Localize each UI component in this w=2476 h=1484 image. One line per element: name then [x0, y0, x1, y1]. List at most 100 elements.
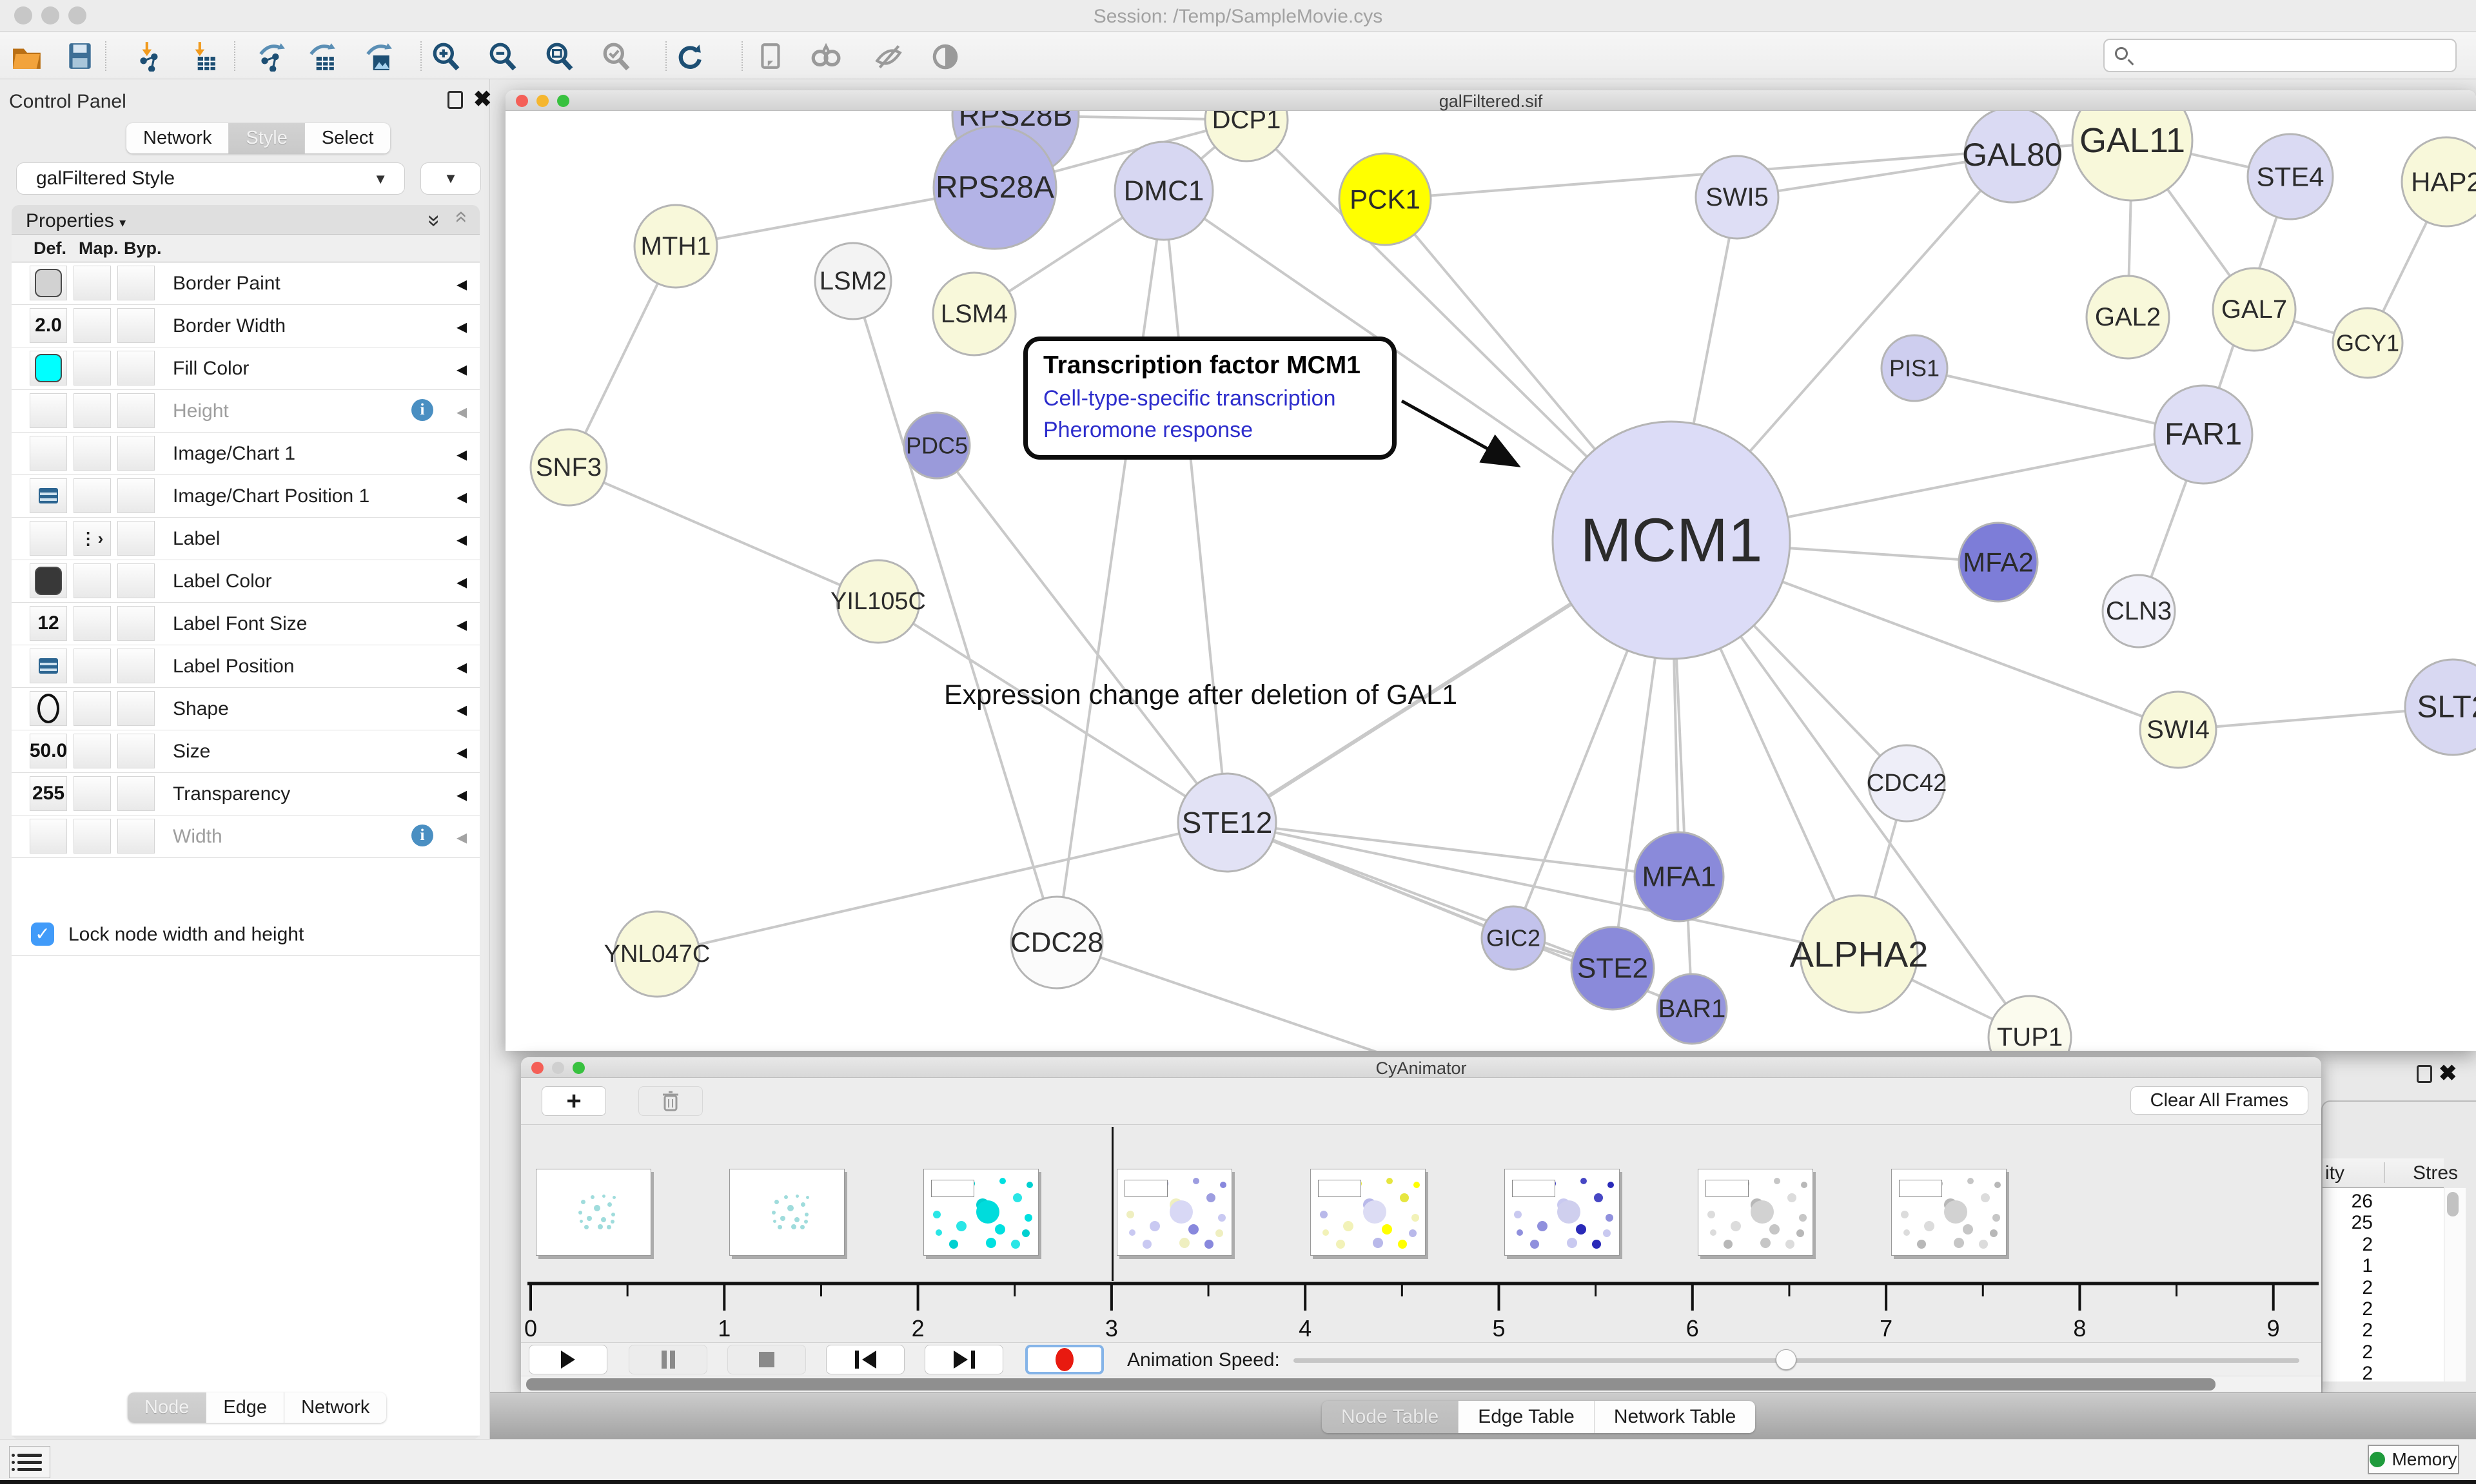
bypass-cell[interactable] — [117, 691, 155, 726]
bypass-cell[interactable] — [117, 606, 155, 641]
expand-property-icon[interactable]: ◂ — [457, 484, 467, 509]
default-value-cell[interactable] — [30, 478, 67, 513]
bypass-cell[interactable] — [117, 734, 155, 768]
network-node-pis1[interactable]: PIS1 — [1882, 335, 1947, 401]
expand-property-icon[interactable]: ◂ — [457, 782, 467, 806]
expand-property-icon[interactable]: ◂ — [457, 442, 467, 466]
expand-all-icon[interactable]: » — [422, 215, 447, 223]
paste-button[interactable] — [753, 40, 789, 72]
default-value-cell[interactable] — [30, 649, 67, 683]
column-divider[interactable] — [2384, 1162, 2385, 1183]
tab-network[interactable]: Network — [126, 123, 229, 153]
tab-style[interactable]: Style — [229, 123, 304, 153]
mapping-cell[interactable] — [74, 308, 111, 343]
skip-to-end-button[interactable] — [925, 1345, 1003, 1374]
search-network-button[interactable] — [807, 40, 843, 72]
mapping-cell[interactable] — [74, 393, 111, 428]
network-node-mcm1[interactable]: MCM1 — [1553, 422, 1790, 659]
timeline-frame-5[interactable] — [1504, 1169, 1620, 1256]
table-cell[interactable]: 2 — [2323, 1342, 2373, 1363]
network-caption[interactable]: Expression change after deletion of GAL1 — [891, 679, 1510, 711]
zoom-fit-button[interactable] — [542, 40, 578, 72]
network-node-mth1[interactable]: MTH1 — [634, 205, 717, 288]
mapping-cell[interactable] — [74, 649, 111, 683]
property-row-label-font-size[interactable]: 12Label Font Size◂ — [12, 603, 480, 645]
property-row-width[interactable]: Widthi◂ — [12, 815, 480, 858]
export-network-button[interactable] — [253, 40, 289, 72]
bypass-cell[interactable] — [117, 649, 155, 683]
network-node-rps28a[interactable]: RPS28A — [934, 126, 1056, 249]
style-options-button[interactable]: ▼ — [420, 162, 481, 195]
bypass-cell[interactable] — [117, 563, 155, 598]
network-node-swi4[interactable]: SWI4 — [2140, 692, 2216, 768]
default-value-cell[interactable]: 50.0 — [30, 734, 67, 768]
network-node-dmc1[interactable]: DMC1 — [1115, 142, 1213, 240]
lock-checkbox[interactable]: ✓ — [31, 923, 54, 946]
tab-node[interactable]: Node — [128, 1392, 206, 1423]
property-row-transparency[interactable]: 255Transparency◂ — [12, 773, 480, 815]
property-row-shape[interactable]: Shape◂ — [12, 688, 480, 730]
mapping-cell[interactable] — [74, 776, 111, 811]
collapse-all-icon[interactable]: » — [447, 215, 473, 223]
close-panel-icon[interactable]: ✖ — [473, 88, 492, 110]
network-node-snf3[interactable]: SNF3 — [531, 429, 607, 505]
timeline-frame-7[interactable] — [1891, 1169, 2007, 1256]
expand-property-icon[interactable]: ◂ — [457, 314, 467, 338]
skip-to-start-button[interactable] — [826, 1345, 905, 1374]
properties-header[interactable]: Properties ▾ » » — [12, 205, 480, 235]
default-value-cell[interactable] — [30, 521, 67, 556]
bypass-cell[interactable] — [117, 819, 155, 854]
export-image-button[interactable] — [360, 40, 396, 72]
memory-button[interactable]: Memory — [2368, 1445, 2459, 1474]
export-table-button[interactable] — [303, 40, 339, 72]
property-row-image-chart-position-1[interactable]: Image/Chart Position 1◂ — [12, 475, 480, 518]
expand-property-icon[interactable]: ◂ — [457, 399, 467, 424]
network-edge[interactable] — [878, 601, 1227, 823]
network-node-pdc5[interactable]: PDC5 — [904, 413, 970, 478]
expand-property-icon[interactable]: ◂ — [457, 356, 467, 381]
bypass-cell[interactable] — [117, 436, 155, 471]
default-value-cell[interactable] — [30, 819, 67, 854]
network-node-swi5[interactable]: SWI5 — [1696, 156, 1778, 239]
network-node-dcp1[interactable]: DCP1 — [1205, 111, 1288, 161]
bypass-cell[interactable] — [117, 478, 155, 513]
network-node-hap2[interactable]: HAP2 — [2402, 137, 2476, 226]
timeline-playhead[interactable] — [1112, 1127, 1114, 1281]
table-column-stress[interactable]: Stres — [2413, 1162, 2458, 1184]
network-node-cln3[interactable]: CLN3 — [2103, 575, 2175, 647]
bypass-cell[interactable] — [117, 521, 155, 556]
property-row-fill-color[interactable]: Fill Color◂ — [12, 347, 480, 390]
property-row-size[interactable]: 50.0Size◂ — [12, 730, 480, 773]
expand-property-icon[interactable]: ◂ — [457, 612, 467, 636]
table-cell[interactable]: 2 — [2323, 1363, 2373, 1381]
default-value-cell[interactable] — [30, 563, 67, 598]
network-node-gic2[interactable]: GIC2 — [1482, 906, 1545, 970]
timeline-frame-4[interactable] — [1310, 1169, 1426, 1256]
tab-edge[interactable]: Edge — [206, 1392, 284, 1423]
mapping-cell[interactable] — [74, 606, 111, 641]
network-edge[interactable] — [1057, 942, 1477, 1051]
table-cell[interactable]: 26 — [2323, 1191, 2373, 1213]
network-canvas[interactable]: RPS28BRPS28ADMC1DCP1PCK1SWI5GAL80GAL11ST… — [506, 111, 2476, 1051]
timeline-frame-3[interactable] — [1117, 1169, 1232, 1256]
import-table-button[interactable] — [184, 40, 221, 72]
timeline-frame-6[interactable] — [1698, 1169, 1813, 1256]
zoom-selected-button[interactable] — [598, 40, 634, 72]
property-row-border-paint[interactable]: Border Paint◂ — [12, 262, 480, 305]
expand-property-icon[interactable]: ◂ — [457, 654, 467, 679]
import-network-button[interactable] — [132, 40, 168, 72]
bypass-cell[interactable] — [117, 776, 155, 811]
property-row-label-color[interactable]: Label Color◂ — [12, 560, 480, 603]
table-column-ity[interactable]: ity — [2325, 1162, 2344, 1184]
network-node-slt2[interactable]: SLT2 — [2405, 659, 2476, 755]
float-panel-icon[interactable] — [447, 91, 463, 109]
mapping-cell[interactable] — [74, 691, 111, 726]
expand-property-icon[interactable]: ◂ — [457, 527, 467, 551]
table-cell[interactable]: 25 — [2323, 1212, 2373, 1234]
expand-property-icon[interactable]: ◂ — [457, 271, 467, 296]
save-session-button[interactable] — [62, 40, 98, 72]
property-row-height[interactable]: Heighti◂ — [12, 390, 480, 433]
slider-thumb[interactable] — [1776, 1349, 1796, 1370]
zoom-in-button[interactable] — [428, 40, 464, 72]
mapping-cell[interactable] — [74, 563, 111, 598]
